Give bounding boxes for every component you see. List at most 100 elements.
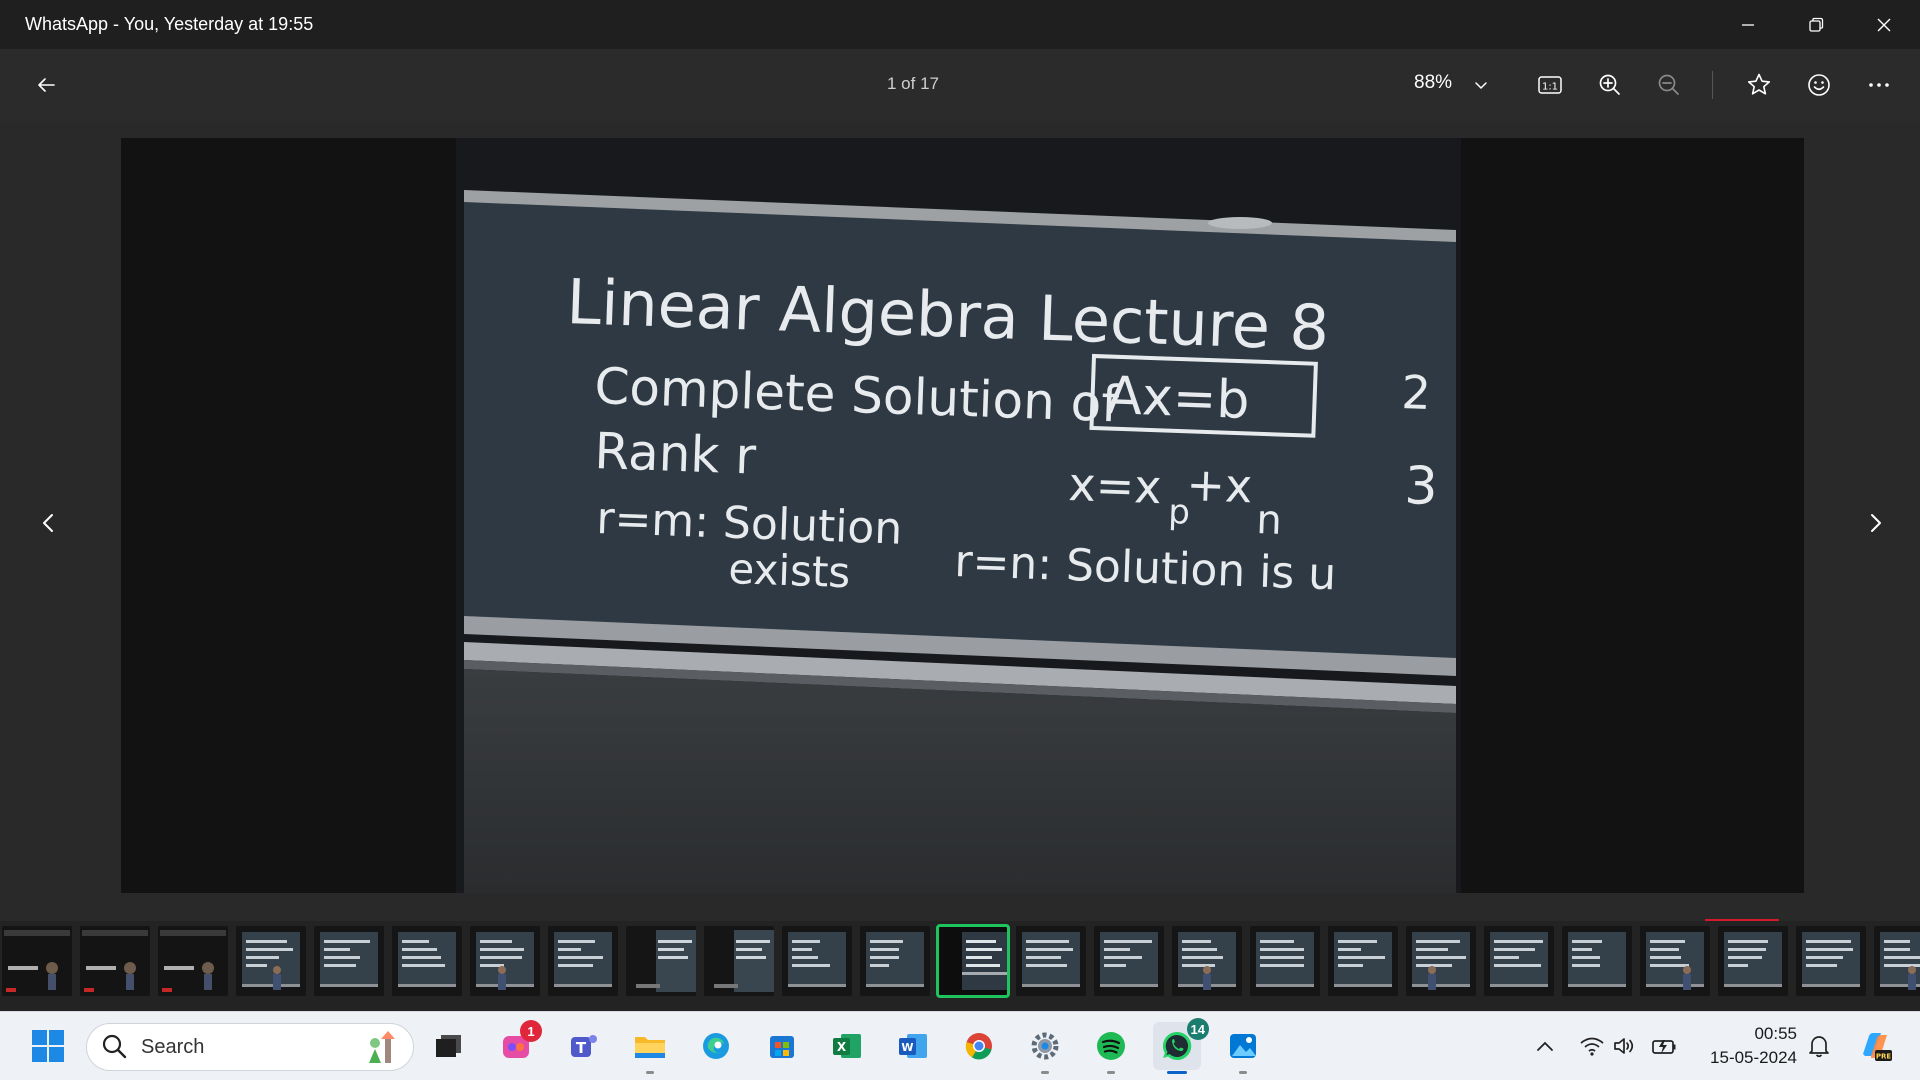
running-indicator [1041, 1071, 1049, 1074]
thumbnail[interactable] [314, 926, 384, 996]
thumbnail[interactable] [1250, 926, 1320, 996]
minimize-button[interactable] [1714, 0, 1782, 49]
actual-size-icon: 1:1 [1538, 76, 1562, 94]
taskbar-app-notifications[interactable]: 1 [492, 1020, 542, 1070]
zoom-in-icon [1599, 74, 1620, 95]
clock-date: 15-05-2024 [1710, 1048, 1797, 1067]
chevron-up-icon [1537, 1041, 1553, 1051]
clock[interactable]: 00:55 15-05-2024 [1697, 1022, 1797, 1070]
battery-charging-icon [1652, 1040, 1676, 1054]
restore-button[interactable] [1782, 0, 1850, 49]
star-button[interactable] [1737, 63, 1781, 107]
taskbar-app-store[interactable] [758, 1022, 806, 1070]
taskbar-app-photos[interactable] [1219, 1022, 1267, 1074]
search-highlight-icon [369, 1031, 395, 1063]
volume-status[interactable] [1608, 1029, 1642, 1063]
thumbnail[interactable] [80, 926, 150, 996]
actual-size-button[interactable]: 1:1 [1528, 63, 1572, 107]
previous-image-button[interactable] [28, 499, 68, 547]
thumbnail[interactable] [1874, 926, 1920, 996]
taskbar-app-excel[interactable]: X [823, 1022, 871, 1070]
zoom-out-icon [1658, 74, 1679, 95]
zoom-out-button[interactable] [1647, 63, 1691, 107]
svg-text:1:1: 1:1 [1542, 82, 1558, 93]
close-button[interactable] [1850, 0, 1918, 49]
running-indicator [646, 1071, 654, 1074]
zoom-in-button[interactable] [1588, 63, 1632, 107]
thumbnail[interactable] [1094, 926, 1164, 996]
restore-icon [1809, 17, 1824, 32]
zoom-dropdown-button[interactable] [1461, 63, 1501, 107]
thumbnail[interactable] [1328, 926, 1398, 996]
thumbnail[interactable] [548, 926, 618, 996]
taskbar-app-teams[interactable]: T [560, 1022, 608, 1070]
show-hidden-icons-button[interactable] [1528, 1029, 1562, 1063]
board-line-rank: Rank r [594, 422, 758, 486]
taskbar-app-edge[interactable] [692, 1022, 740, 1070]
more-options-button[interactable] [1857, 63, 1901, 107]
task-view-icon [436, 1035, 461, 1057]
search-box[interactable]: Search [86, 1023, 414, 1071]
react-button[interactable] [1797, 63, 1841, 107]
thumbnail[interactable] [704, 926, 774, 996]
start-button[interactable] [24, 1022, 72, 1070]
thumbnail[interactable] [1796, 926, 1866, 996]
zoom-level[interactable]: 88% [1414, 72, 1452, 94]
toolbar-divider [1712, 71, 1713, 99]
thumbnail[interactable] [236, 926, 306, 996]
taskbar-app-word[interactable]: W [889, 1022, 937, 1070]
thumbnail[interactable] [2, 926, 72, 996]
thumbnail[interactable] [1562, 926, 1632, 996]
chevron-right-icon [1871, 514, 1881, 532]
folder-icon [635, 1037, 665, 1058]
taskbar-app-chrome[interactable] [955, 1022, 1003, 1070]
windows-logo-icon [32, 1030, 64, 1062]
copilot-button[interactable]: PRE [1855, 1026, 1895, 1066]
board-line-equation: Ax=b [1106, 366, 1251, 431]
battery-status[interactable] [1647, 1029, 1681, 1063]
minimize-icon [1742, 23, 1754, 26]
thumbnail-strip [0, 921, 1920, 1011]
thumbnail[interactable] [1016, 926, 1086, 996]
thumbnail[interactable] [1406, 926, 1476, 996]
taskbar-app-spotify[interactable] [1087, 1022, 1135, 1074]
board-line-n-subscript: n [1256, 497, 1283, 544]
board-line-plus-x: +x [1186, 457, 1254, 513]
displayed-image: Linear Algebra Lecture 8 Complete Soluti… [121, 138, 1804, 893]
store-icon [770, 1036, 794, 1058]
next-image-button[interactable] [1856, 499, 1896, 547]
taskbar-app-file-explorer[interactable] [626, 1022, 674, 1074]
spotify-icon [1097, 1032, 1125, 1060]
thumbnail[interactable] [1640, 926, 1710, 996]
teams-icon: T [571, 1035, 597, 1057]
thumbnail[interactable] [392, 926, 462, 996]
star-icon [1747, 73, 1771, 95]
taskbar-app-whatsapp[interactable]: 14 [1153, 1018, 1209, 1074]
wifi-status[interactable] [1575, 1029, 1609, 1063]
thumbnail[interactable] [1484, 926, 1554, 996]
taskbar: Search 1 T X W 14 00:55 15-05-2024 PRE [0, 1011, 1920, 1080]
thumbnail[interactable] [626, 926, 696, 996]
thumbnail[interactable] [158, 926, 228, 996]
taskbar-app-settings[interactable] [1021, 1022, 1069, 1074]
title-bar: WhatsApp - You, Yesterday at 19:55 [0, 0, 1920, 49]
svg-text:W: W [901, 1041, 913, 1054]
board-number-3: 3 [1404, 456, 1439, 517]
thumbnail-selected[interactable] [936, 924, 1010, 998]
thumbnail[interactable] [860, 926, 930, 996]
thumbnail[interactable] [1718, 926, 1788, 996]
search-icon [102, 1034, 127, 1059]
thumbnail[interactable] [1172, 926, 1242, 996]
notification-center-button[interactable] [1802, 1029, 1836, 1063]
taskbar-app-task-view[interactable] [424, 1022, 472, 1070]
page-counter: 1 of 17 [887, 74, 939, 93]
back-button[interactable] [24, 63, 68, 107]
unread-badge: 14 [1186, 1018, 1209, 1040]
board-line-xsolution: x=x [1068, 457, 1163, 514]
thumbnail[interactable] [782, 926, 852, 996]
excel-icon: X [833, 1034, 861, 1058]
viewer-toolbar: 1 of 17 88% 1:1 [0, 49, 1920, 121]
thumbnail[interactable] [470, 926, 540, 996]
close-icon [1877, 18, 1891, 31]
photos-icon [1230, 1034, 1256, 1058]
